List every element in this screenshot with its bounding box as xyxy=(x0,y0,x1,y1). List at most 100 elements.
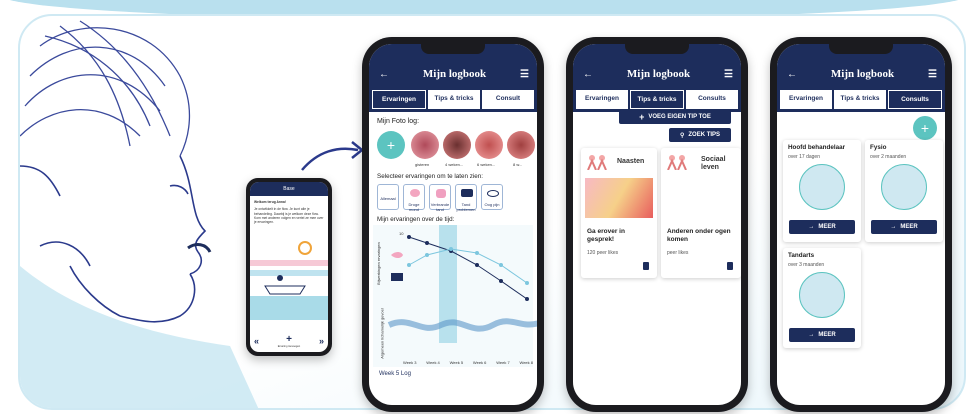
phone1-tabs: Ervaringen Tips & tricks Consult xyxy=(369,90,537,112)
more-button[interactable]: → MEER xyxy=(871,220,937,234)
water-base xyxy=(250,296,328,320)
consult-title: Fysio xyxy=(870,144,887,151)
phone2-title: Mijn logbook xyxy=(626,68,691,80)
chip-dry-mouth-label: Droge mond xyxy=(408,202,420,212)
arrow-right-icon: → xyxy=(808,224,815,230)
phone2-notch xyxy=(625,44,689,54)
consult-card-main-practitioner[interactable]: Hoofd behandelaar over 17 dagen → MEER xyxy=(783,140,861,242)
tab-tips[interactable]: Tips & tricks xyxy=(428,90,480,109)
week-label: Week 4 xyxy=(426,360,440,365)
tab-tips[interactable]: Tips & tricks xyxy=(834,90,886,109)
experience-chips: Allemaal Droge mond Verbrande tand Tand … xyxy=(377,182,537,214)
tab-consult[interactable]: Consult xyxy=(482,90,534,109)
menu-icon[interactable]: ☰ xyxy=(928,69,937,80)
phone-logbook-experiences: ← Mijn logbook ☰ Ervaringen Tips & trick… xyxy=(362,37,544,412)
mustache xyxy=(187,243,212,253)
water-stripe xyxy=(250,270,328,276)
add-own-tip-button[interactable]: + VOEG EIGEN TIP TOE xyxy=(619,110,731,124)
photo-thumb-2[interactable] xyxy=(443,131,471,159)
photo-thumb-4[interactable] xyxy=(507,131,535,159)
week-label: Week 6 xyxy=(472,360,487,365)
select-experiences-heading: Selecteer ervaringen om te laten zien: xyxy=(377,173,484,180)
consult-time: over 2 maanden xyxy=(870,154,907,160)
next-icon[interactable]: » xyxy=(319,336,324,346)
back-arrow-icon[interactable]: ← xyxy=(379,69,389,80)
search-icon: ⚲ xyxy=(679,132,685,139)
small-phone-intro: Welkom terug Anna! xyxy=(254,200,286,204)
chip-eye-pain[interactable]: Oog pijn xyxy=(481,184,503,210)
photo-thumb-3[interactable] xyxy=(475,131,503,159)
small-phone-body: Je ontwikkelt in de flow. Je kunt alle j… xyxy=(254,207,324,225)
chip-dry-mouth[interactable]: Droge mond xyxy=(403,184,425,212)
back-arrow-icon[interactable]: ← xyxy=(787,69,797,80)
week-log-footer[interactable]: Week 5 Log xyxy=(379,371,527,377)
mouth-marker-icon xyxy=(391,252,403,258)
phone1-notch xyxy=(421,44,485,54)
tip-card-relatives[interactable]: Naasten Ga erover in gesprek! 120 peer l… xyxy=(581,148,657,278)
chip-burnt-tooth[interactable]: Verbrande tand xyxy=(429,184,451,212)
experience-lines xyxy=(387,225,537,343)
phone1-title: Mijn logbook xyxy=(422,68,487,80)
add-consult-button[interactable]: + xyxy=(913,116,937,140)
menu-icon[interactable]: ☰ xyxy=(520,69,529,80)
rower-icon xyxy=(277,275,283,281)
tab-consults[interactable]: Consults xyxy=(888,90,942,109)
add-photo-button[interactable]: + xyxy=(377,131,405,159)
arrow-to-app xyxy=(301,141,365,171)
prev-icon[interactable]: « xyxy=(254,336,259,346)
consult-title: Tandarts xyxy=(788,252,815,259)
small-phone-nav: « + Ervaring toevoegen » xyxy=(254,334,324,348)
consult-illustration xyxy=(881,164,927,210)
tab-consults[interactable]: Consults xyxy=(686,90,738,109)
phone-logbook-consults: ← Mijn logbook ☰ Ervaringen Tips & trick… xyxy=(770,37,952,412)
tab-experiences[interactable]: Ervaringen xyxy=(372,90,426,109)
people-icon xyxy=(587,155,607,170)
series-light-points xyxy=(407,247,529,285)
chip-all[interactable]: Allemaal xyxy=(377,184,399,210)
chip-tooth-problems[interactable]: Tand problemen xyxy=(455,184,477,212)
photo-caption-4: 8 w... xyxy=(513,162,523,167)
sun-icon xyxy=(298,241,312,255)
back-arrow-icon[interactable]: ← xyxy=(583,69,593,80)
tip-card-image xyxy=(585,178,653,218)
tab-experiences[interactable]: Ervaringen xyxy=(780,90,832,109)
small-phone-appbar: Base xyxy=(250,182,328,196)
people-icon xyxy=(667,155,687,170)
small-phone-title: Base xyxy=(283,186,295,192)
trash-icon[interactable] xyxy=(727,262,733,270)
tip-card-social-life[interactable]: Sociaal leven Anderen onder ogen komen p… xyxy=(661,148,741,278)
small-phone-screen: Base Welkom terug Anna! Je ontwikkelt in… xyxy=(250,182,328,352)
consult-illustration xyxy=(799,164,845,210)
consult-time: over 3 maanden xyxy=(788,262,825,268)
photo-thumb-1[interactable] xyxy=(411,131,439,159)
small-phone: Base Welkom terug Anna! Je ontwikkelt in… xyxy=(246,178,332,356)
phone3-notch xyxy=(829,44,893,54)
boat-icon xyxy=(264,285,306,295)
tip-card-likes: peer likes xyxy=(667,250,689,256)
more-label: MEER xyxy=(818,332,836,338)
arrow-right-icon: → xyxy=(808,332,815,338)
consult-illustration xyxy=(799,272,845,318)
search-tips-button[interactable]: ⚲ ZOEK TIPS xyxy=(669,128,731,142)
add-experience-button[interactable]: + Ervaring toevoegen xyxy=(278,334,301,348)
consult-card-dentist[interactable]: Tandarts over 3 maanden → MEER xyxy=(783,248,861,348)
trash-icon[interactable] xyxy=(643,262,649,270)
more-button[interactable]: → MEER xyxy=(789,328,855,342)
consult-card-physio[interactable]: Fysio over 2 maanden → MEER xyxy=(865,140,943,242)
chip-tooth-problems-label: Tand problemen xyxy=(456,202,476,212)
add-experience-label: Ervaring toevoegen xyxy=(277,345,301,348)
tab-experiences[interactable]: Ervaringen xyxy=(576,90,628,109)
menu-icon[interactable]: ☰ xyxy=(724,69,733,80)
more-label: MEER xyxy=(900,224,918,230)
shoulder-wash xyxy=(20,266,259,408)
consult-time: over 17 dagen xyxy=(788,154,820,160)
plus-icon: + xyxy=(286,334,292,345)
photo-log-row: + gisteren 4 weken... 6 weken... 8 w... xyxy=(377,131,537,171)
more-button[interactable]: → MEER xyxy=(789,220,855,234)
search-tips-label: ZOEK TIPS xyxy=(688,132,721,138)
canvas: Base Welkom terug Anna! Je ontwikkelt in… xyxy=(0,0,968,414)
tip-card-text: Anderen onder ogen komen xyxy=(667,228,731,243)
tab-tips[interactable]: Tips & tricks xyxy=(630,90,684,109)
boat-illustration xyxy=(250,241,328,320)
more-label: MEER xyxy=(818,224,836,230)
